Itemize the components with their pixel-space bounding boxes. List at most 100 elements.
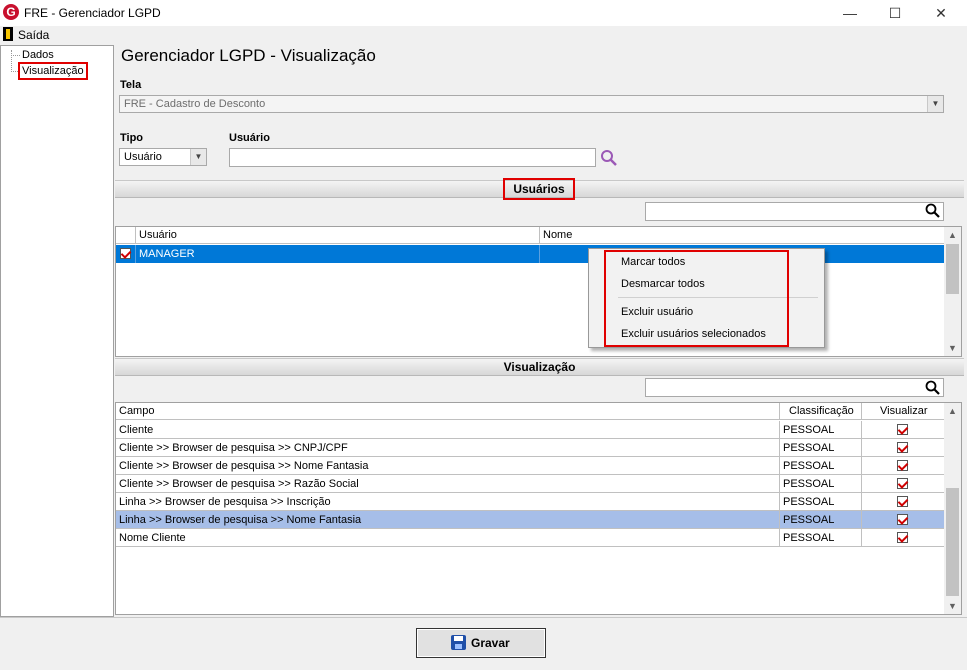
title-bar: G FRE - Gerenciador LGPD — ☐ ✕ xyxy=(0,0,967,26)
visualizar-checkbox[interactable] xyxy=(897,424,908,435)
tree-connector xyxy=(11,55,20,56)
column-divider xyxy=(779,403,780,420)
column-divider xyxy=(861,529,862,547)
scroll-down-arrow-icon[interactable]: ▼ xyxy=(944,340,961,356)
view-section-title: Visualização xyxy=(503,360,576,374)
row-checkbox[interactable] xyxy=(120,248,131,259)
column-header-usuario[interactable]: Usuário xyxy=(139,229,177,241)
menu-item-saida[interactable]: Saída xyxy=(18,28,49,42)
column-header-classificacao[interactable]: Classificação xyxy=(789,405,854,417)
column-divider xyxy=(861,493,862,511)
table-row[interactable]: Cliente >> Browser de pesquisa >> Razão … xyxy=(116,475,945,493)
column-divider xyxy=(861,403,862,420)
window-title: FRE - Gerenciador LGPD xyxy=(24,6,161,20)
visualizar-checkbox[interactable] xyxy=(897,514,908,525)
door-exit-icon[interactable] xyxy=(3,27,13,41)
column-divider xyxy=(779,529,780,547)
users-scrollbar[interactable]: ▲ ▼ xyxy=(944,227,961,356)
minimize-button[interactable]: — xyxy=(827,0,873,26)
table-row[interactable]: Cliente >> Browser de pesquisa >> CNPJ/C… xyxy=(116,439,945,457)
save-button-label: Gravar xyxy=(471,636,510,650)
cell-campo: Cliente >> Browser de pesquisa >> Razão … xyxy=(119,478,359,490)
scrollbar-thumb[interactable] xyxy=(946,244,959,294)
table-row[interactable]: Cliente PESSOAL xyxy=(116,421,945,439)
cell-classificacao: PESSOAL xyxy=(783,442,835,454)
navigation-tree xyxy=(0,45,114,617)
column-divider xyxy=(861,421,862,439)
view-scrollbar[interactable]: ▲ ▼ xyxy=(944,403,961,614)
tree-connector xyxy=(11,71,18,72)
cell-classificacao: PESSOAL xyxy=(783,514,835,526)
users-search-input[interactable] xyxy=(645,202,944,221)
cell-classificacao: PESSOAL xyxy=(783,460,835,472)
column-header-nome[interactable]: Nome xyxy=(543,229,572,241)
scrollbar-thumb[interactable] xyxy=(946,488,959,596)
usuario-input[interactable] xyxy=(229,148,596,167)
tela-select-value: FRE - Cadastro de Desconto xyxy=(124,98,266,110)
column-header-campo[interactable]: Campo xyxy=(119,405,154,417)
table-row[interactable]: Linha >> Browser de pesquisa >> Inscriçã… xyxy=(116,493,945,511)
column-divider xyxy=(539,245,540,263)
column-divider xyxy=(861,475,862,493)
users-section-title: Usuários xyxy=(503,178,575,200)
context-menu-highlight-box xyxy=(604,250,789,347)
cell-campo: Nome Cliente xyxy=(119,532,186,544)
search-icon[interactable] xyxy=(925,380,941,396)
column-divider xyxy=(779,439,780,457)
column-divider xyxy=(779,475,780,493)
tree-item-visualizacao[interactable]: Visualização xyxy=(18,62,88,80)
search-icon[interactable] xyxy=(925,203,941,219)
cell-usuario: MANAGER xyxy=(139,248,195,260)
column-divider xyxy=(539,227,540,244)
column-divider xyxy=(135,227,136,244)
tipo-label: Tipo xyxy=(120,132,144,144)
column-divider xyxy=(779,457,780,475)
table-row[interactable]: Cliente >> Browser de pesquisa >> Nome F… xyxy=(116,457,945,475)
scroll-up-arrow-icon[interactable]: ▲ xyxy=(944,227,961,243)
cell-classificacao: PESSOAL xyxy=(783,532,835,544)
column-divider xyxy=(779,421,780,439)
cell-classificacao: PESSOAL xyxy=(783,496,835,508)
table-row-selected[interactable]: Linha >> Browser de pesquisa >> Nome Fan… xyxy=(116,511,945,529)
users-grid-header: Usuário Nome xyxy=(116,227,946,244)
cell-campo: Cliente >> Browser de pesquisa >> Nome F… xyxy=(119,460,369,472)
column-divider xyxy=(861,439,862,457)
chevron-down-icon[interactable]: ▼ xyxy=(190,149,206,165)
page-title: Gerenciador LGPD - Visualização xyxy=(121,46,376,65)
save-button[interactable]: Gravar xyxy=(416,628,546,658)
cell-campo: Linha >> Browser de pesquisa >> Inscriçã… xyxy=(119,496,331,508)
chevron-down-icon[interactable]: ▼ xyxy=(927,96,943,112)
tree-item-dados[interactable]: Dados xyxy=(22,49,54,61)
column-header-visualizar[interactable]: Visualizar xyxy=(880,405,928,417)
tela-label: Tela xyxy=(120,79,142,91)
column-divider xyxy=(779,493,780,511)
scroll-up-arrow-icon[interactable]: ▲ xyxy=(944,403,961,419)
tipo-select[interactable]: Usuário ▼ xyxy=(119,148,207,166)
visualizar-checkbox[interactable] xyxy=(897,460,908,471)
view-search-input[interactable] xyxy=(645,378,944,397)
view-section-header: Visualização xyxy=(115,358,964,376)
view-grid: Campo Classificação Visualizar Cliente P… xyxy=(115,402,962,615)
cell-campo: Linha >> Browser de pesquisa >> Nome Fan… xyxy=(119,514,362,526)
column-divider xyxy=(135,245,136,263)
scroll-down-arrow-icon[interactable]: ▼ xyxy=(944,598,961,614)
close-button[interactable]: ✕ xyxy=(918,0,964,26)
column-divider xyxy=(779,511,780,529)
user-search-icon[interactable] xyxy=(600,149,618,167)
tree-connector xyxy=(11,50,12,72)
tipo-select-value: Usuário xyxy=(124,151,162,163)
visualizar-checkbox[interactable] xyxy=(897,442,908,453)
column-divider xyxy=(861,511,862,529)
app-logo-icon: G xyxy=(3,4,19,20)
visualizar-checkbox[interactable] xyxy=(897,496,908,507)
maximize-button[interactable]: ☐ xyxy=(872,0,918,26)
cell-campo: Cliente >> Browser de pesquisa >> CNPJ/C… xyxy=(119,442,348,454)
tela-select[interactable]: FRE - Cadastro de Desconto ▼ xyxy=(119,95,944,113)
visualizar-checkbox[interactable] xyxy=(897,532,908,543)
floppy-disk-icon xyxy=(451,635,466,650)
column-divider xyxy=(861,457,862,475)
users-grid: Usuário Nome MANAGER ▲ ▼ xyxy=(115,226,962,357)
table-row[interactable]: Nome Cliente PESSOAL xyxy=(116,529,945,547)
cell-classificacao: PESSOAL xyxy=(783,424,835,436)
visualizar-checkbox[interactable] xyxy=(897,478,908,489)
